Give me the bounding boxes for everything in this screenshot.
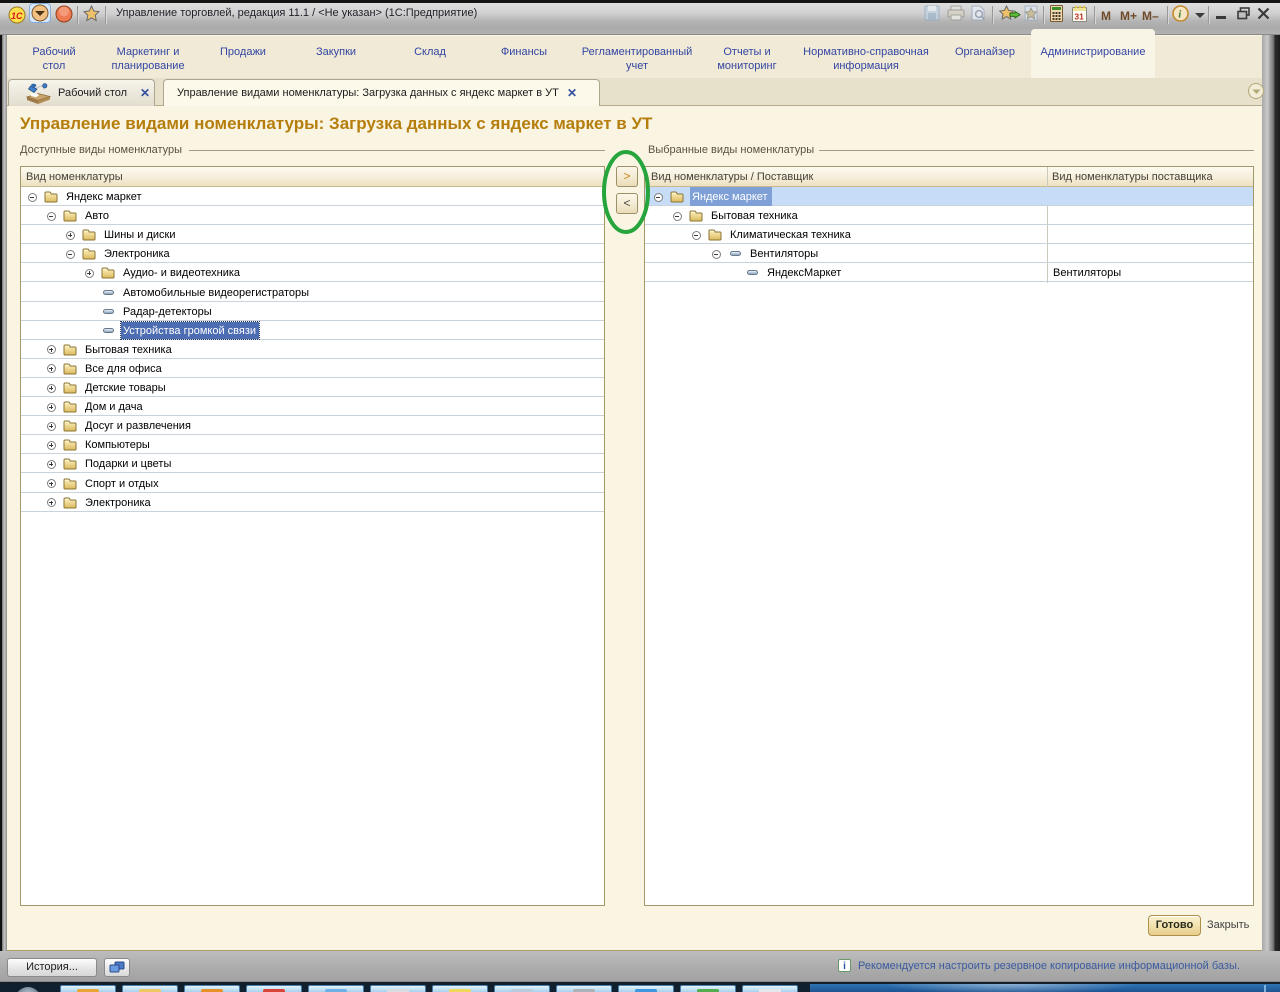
- svg-text:31: 31: [1074, 12, 1084, 22]
- svg-text:1С: 1С: [11, 11, 23, 21]
